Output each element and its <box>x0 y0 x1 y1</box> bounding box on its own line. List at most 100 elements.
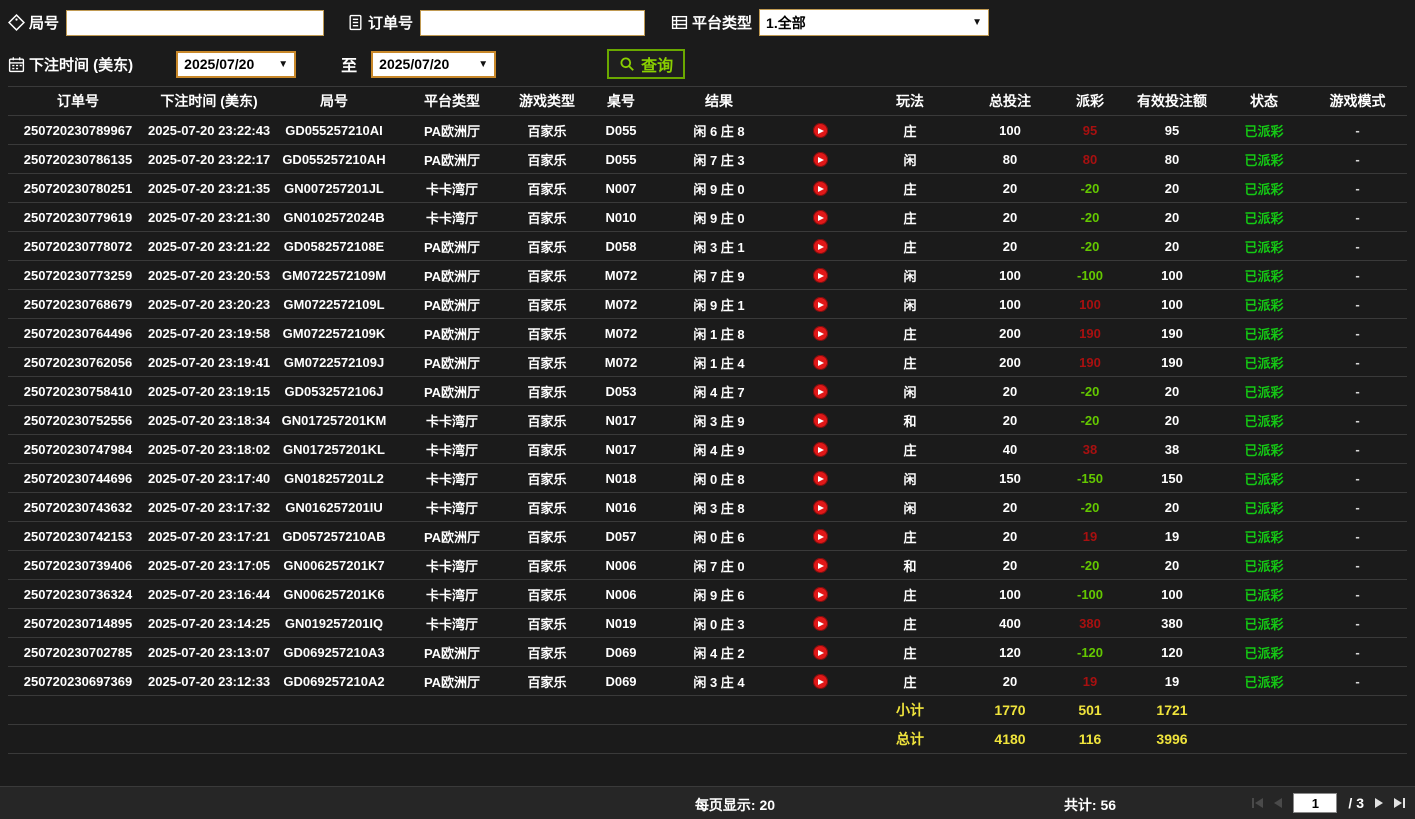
cell-table-no: N019 <box>588 608 654 638</box>
search-button[interactable]: 查询 <box>607 49 686 79</box>
play-video-icon[interactable] <box>812 500 828 516</box>
play-video-icon[interactable] <box>812 326 828 342</box>
cell-payout: -100 <box>1056 579 1124 609</box>
summary-label: 小计 <box>856 695 964 725</box>
page-number-input[interactable] <box>1293 793 1338 813</box>
play-video-icon[interactable] <box>812 355 828 371</box>
order-no-input[interactable] <box>420 9 646 36</box>
platform-select[interactable]: 1.全部 ▼ <box>759 9 990 36</box>
cell-round-no: GM0722572109K <box>270 318 398 348</box>
cell-table-no: D069 <box>588 666 654 696</box>
play-video-icon[interactable] <box>812 587 828 603</box>
cell-game-type: 百家乐 <box>506 289 588 319</box>
cell-total-bet: 400 <box>964 608 1056 638</box>
cell-round-no: GD055257210AH <box>270 144 398 174</box>
cell-result: 闲 4 庄 7 <box>654 376 784 406</box>
date-from-select[interactable]: 2025/07/20 ▼ <box>176 50 297 78</box>
table-row: 250720230764496 2025-07-20 23:19:58 GM0722… <box>8 318 1407 348</box>
cell-valid-bet: 150 <box>1124 463 1220 493</box>
play-cell <box>784 115 856 145</box>
cell-order: 250720230744696 <box>8 463 148 493</box>
cell-game-type: 百家乐 <box>506 318 588 348</box>
play-video-icon[interactable] <box>812 210 828 226</box>
cell-round-no: GN007257201JL <box>270 173 398 203</box>
cell-round-no: GN006257201K6 <box>270 579 398 609</box>
play-triangle <box>818 446 824 453</box>
play-cell <box>784 666 856 696</box>
play-cell <box>784 405 856 435</box>
table-row: 250720230747984 2025-07-20 23:18:02 GN0172… <box>8 434 1407 464</box>
cell-order: 250720230747984 <box>8 434 148 464</box>
cell-mode: - <box>1308 463 1407 493</box>
cell-status: 已派彩 <box>1220 376 1308 406</box>
cell-total-bet: 200 <box>964 318 1056 348</box>
per-page-label: 每页显示: 20 <box>694 797 776 813</box>
cell-valid-bet: 380 <box>1124 608 1220 638</box>
cell-table-no: D057 <box>588 521 654 551</box>
next-page-button[interactable] <box>1375 798 1383 808</box>
play-video-icon[interactable] <box>812 152 828 168</box>
cell-total-bet: 100 <box>964 260 1056 290</box>
play-video-icon[interactable] <box>812 645 828 661</box>
date-to-select[interactable]: 2025/07/20 ▼ <box>371 50 497 78</box>
cell-order: 250720230786135 <box>8 144 148 174</box>
play-video-icon[interactable] <box>812 384 828 400</box>
last-page-button[interactable] <box>1394 798 1405 808</box>
play-video-icon[interactable] <box>812 123 828 139</box>
cell-bet-time: 2025-07-20 23:17:40 <box>148 463 270 493</box>
cell-order: 250720230778072 <box>8 231 148 261</box>
cell-platform: 卡卡湾厅 <box>398 434 506 464</box>
table-row: 250720230744696 2025-07-20 23:17:40 GN0182… <box>8 463 1407 493</box>
cell-total-bet: 20 <box>964 231 1056 261</box>
play-video-icon[interactable] <box>812 558 828 574</box>
cell-order: 250720230789967 <box>8 115 148 145</box>
cell-table-no: M072 <box>588 260 654 290</box>
table-row: 250720230739406 2025-07-20 23:17:05 GN0062… <box>8 550 1407 580</box>
summary-label: 总计 <box>856 724 964 754</box>
cell-platform: PA欧洲厅 <box>398 318 506 348</box>
play-video-icon[interactable] <box>812 674 828 690</box>
prev-page-button[interactable] <box>1274 798 1283 808</box>
cell-order: 250720230762056 <box>8 347 148 377</box>
cell-platform: 卡卡湾厅 <box>398 463 506 493</box>
cell-table-no: N017 <box>588 434 654 464</box>
play-triangle <box>818 649 824 656</box>
play-cell <box>784 521 856 551</box>
play-video-icon[interactable] <box>812 442 828 458</box>
play-video-icon[interactable] <box>812 297 828 313</box>
cell-result: 闲 4 庄 2 <box>654 637 784 667</box>
table-head: 订单号 下注时间 (美东) 局号 平台类型 游戏类型 桌号 结果 玩法 总投注 派彩 有效投注额 状态… <box>8 86 1407 116</box>
cell-payout: 80 <box>1056 144 1124 174</box>
cell-status: 已派彩 <box>1220 289 1308 319</box>
chevron-down-icon: ▼ <box>278 58 289 70</box>
cell-total-bet: 20 <box>964 492 1056 522</box>
play-video-icon[interactable] <box>812 529 828 545</box>
play-video-icon[interactable] <box>812 181 828 197</box>
cell-table-no: N018 <box>588 463 654 493</box>
cell-bet-time: 2025-07-20 23:21:22 <box>148 231 270 261</box>
cell-game-type: 百家乐 <box>506 637 588 667</box>
platform-group: 平台类型 1.全部 ▼ <box>671 9 990 36</box>
play-video-icon[interactable] <box>812 616 828 632</box>
footer-bar: 每页显示: 20 共计: 56 / 3 <box>0 786 1415 819</box>
play-video-icon[interactable] <box>812 413 828 429</box>
cell-payout: -20 <box>1056 492 1124 522</box>
cell-platform: 卡卡湾厅 <box>398 492 506 522</box>
cell-round-no: GD0582572108E <box>270 231 398 261</box>
cell-status: 已派彩 <box>1220 463 1308 493</box>
first-page-button[interactable] <box>1252 798 1264 808</box>
cell-mode: - <box>1308 405 1407 435</box>
play-triangle <box>818 475 824 482</box>
cell-table-no: N007 <box>588 173 654 203</box>
cell-valid-bet: 19 <box>1124 521 1220 551</box>
play-cell <box>784 289 856 319</box>
play-video-icon[interactable] <box>812 239 828 255</box>
play-video-icon[interactable] <box>812 268 828 284</box>
cell-round-no: GD069257210A2 <box>270 666 398 696</box>
play-cell <box>784 144 856 174</box>
play-video-icon[interactable] <box>812 471 828 487</box>
cell-status: 已派彩 <box>1220 550 1308 580</box>
cell-result: 闲 3 庄 9 <box>654 405 784 435</box>
filter-row-2: 下注时间 (美东) 2025/07/20 ▼ 至 2025/07/20 ▼ 查询 <box>8 49 1407 79</box>
game-no-input[interactable] <box>66 9 325 36</box>
